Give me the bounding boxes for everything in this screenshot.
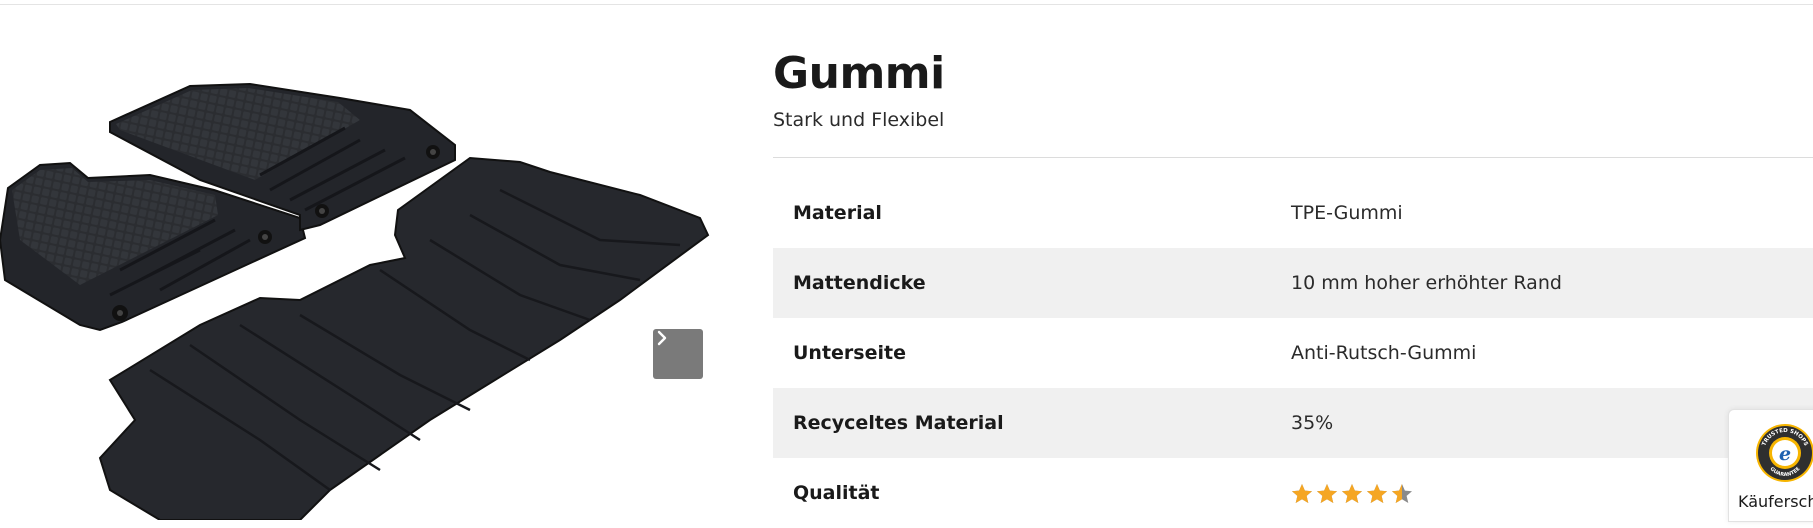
star-icon xyxy=(1392,484,1412,503)
spec-value: 10 mm hoher erhöhter Rand xyxy=(1291,272,1562,294)
spec-table: Material TPE-Gummi Mattendicke 10 mm hoh… xyxy=(773,178,1813,528)
spec-value: Anti-Rutsch-Gummi xyxy=(1291,342,1477,364)
star-icon xyxy=(1342,484,1362,503)
svg-text:e: e xyxy=(1779,443,1791,465)
star-icon xyxy=(1292,484,1312,503)
star-icon xyxy=(1367,484,1387,503)
product-title: Gummi xyxy=(773,48,945,99)
spec-label: Material xyxy=(793,202,882,224)
spec-value: TPE-Gummi xyxy=(1291,202,1403,224)
table-row: Unterseite Anti-Rutsch-Gummi xyxy=(773,318,1813,388)
star-icon xyxy=(1317,484,1337,503)
spec-label: Recyceltes Material xyxy=(793,412,1004,434)
chevron-right-icon xyxy=(657,330,667,346)
trusted-shops-badge[interactable]: e TRUSTED SHOPS GUARANTEE Käufersch xyxy=(1728,409,1813,522)
trusted-shops-seal-icon: e TRUSTED SHOPS GUARANTEE xyxy=(1756,424,1813,482)
next-image-button[interactable] xyxy=(653,329,703,379)
table-row: Material TPE-Gummi xyxy=(773,178,1813,248)
spec-label: Qualität xyxy=(793,482,880,504)
divider xyxy=(773,157,1813,158)
product-gallery xyxy=(0,40,720,520)
product-subtitle: Stark und Flexibel xyxy=(773,109,945,131)
spec-label: Unterseite xyxy=(793,342,906,364)
star-rating xyxy=(1291,483,1413,504)
spec-label: Mattendicke xyxy=(793,272,926,294)
trust-label: Käufersch xyxy=(1738,492,1813,511)
table-row: Qualität xyxy=(773,458,1813,528)
floor-mats-image xyxy=(0,82,710,520)
table-row: Recyceltes Material 35% xyxy=(773,388,1813,458)
table-row: Mattendicke 10 mm hoher erhöhter Rand xyxy=(773,248,1813,318)
header-border xyxy=(0,0,1813,5)
